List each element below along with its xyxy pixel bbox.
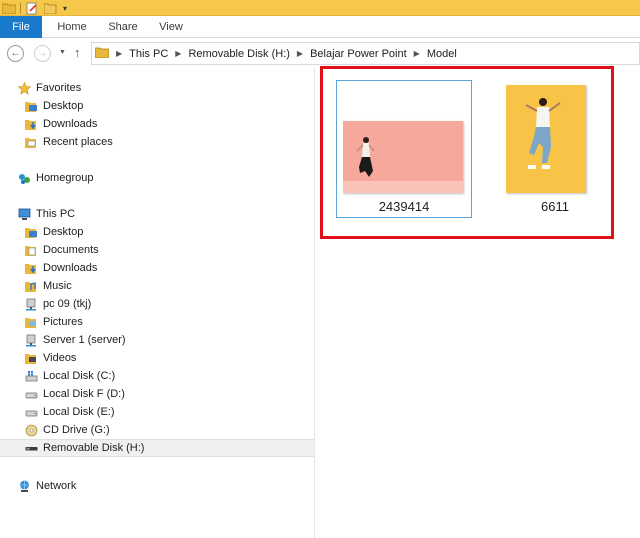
nav-label: Local Disk (E:) — [43, 406, 115, 418]
nav-favorites-downloads[interactable]: Downloads — [0, 115, 314, 133]
removable-disk-icon — [24, 441, 38, 455]
nav-favorites[interactable]: Favorites — [0, 79, 314, 97]
forward-button[interactable]: → — [34, 45, 51, 62]
nav-network[interactable]: Network — [0, 477, 314, 495]
nav-label: Desktop — [43, 100, 84, 112]
nav-label: Pictures — [43, 316, 83, 328]
nav-pc-removable-disk[interactable]: Removable Disk (H:) — [0, 439, 314, 457]
nav-pc-network-drive-pc09[interactable]: pc 09 (tkj) — [0, 295, 314, 313]
breadcrumb-model[interactable]: Model — [427, 48, 457, 60]
nav-label: Videos — [43, 352, 77, 364]
nav-favorites-desktop[interactable]: Desktop — [0, 97, 314, 115]
navigation-pane: Favorites Desktop Downloads Recent place… — [0, 68, 315, 538]
nav-pc-desktop[interactable]: Desktop — [0, 223, 314, 241]
quick-access-separator — [20, 3, 21, 14]
nav-label: This PC — [36, 208, 76, 220]
title-bar: ▾ — [0, 0, 640, 16]
breadcrumb-removable-disk[interactable]: Removable Disk (H:) — [188, 48, 289, 60]
breadcrumb-separator-icon[interactable]: ▶ — [175, 49, 181, 58]
breadcrumb-separator-icon[interactable]: ▶ — [116, 49, 122, 58]
nav-homegroup[interactable]: Homegroup — [0, 169, 314, 187]
navigation-row: ← → ▼ ↑ ▶ This PC ▶ Removable Disk (H:) … — [0, 38, 640, 68]
nav-label: Music — [43, 280, 72, 292]
tab-share[interactable]: Share — [103, 16, 143, 38]
nav-label: Favorites — [36, 82, 82, 94]
documents-folder-icon — [24, 243, 38, 257]
music-folder-icon — [24, 279, 38, 293]
recent-locations-dropdown[interactable]: ▼ — [59, 49, 66, 56]
nav-this-pc[interactable]: This PC — [0, 205, 314, 223]
homegroup-icon — [17, 171, 31, 185]
downloads-folder-icon — [24, 261, 38, 275]
properties-icon[interactable] — [26, 1, 38, 15]
nav-pc-local-disk-d[interactable]: Local Disk F (D:) — [0, 385, 314, 403]
nav-label: Recent places — [43, 136, 113, 148]
breadcrumb-separator-icon[interactable]: ▶ — [414, 49, 420, 58]
red-highlight-box — [320, 66, 614, 239]
tab-home[interactable]: Home — [52, 16, 92, 38]
back-button[interactable]: ← — [7, 45, 24, 62]
up-button[interactable]: ↑ — [74, 45, 81, 60]
nav-label: CD Drive (G:) — [43, 424, 110, 436]
network-icon — [17, 479, 31, 493]
breadcrumb-this-pc[interactable]: This PC — [129, 48, 168, 60]
nav-label: Documents — [43, 244, 99, 256]
nav-label: Downloads — [43, 262, 98, 274]
breadcrumb-belajar-power-point[interactable]: Belajar Power Point — [310, 48, 407, 60]
desktop-folder-icon — [24, 225, 38, 239]
downloads-folder-icon — [24, 117, 38, 131]
hard-drive-icon — [24, 405, 38, 419]
hard-drive-icon — [24, 387, 38, 401]
customize-dropdown-icon[interactable]: ▾ — [63, 1, 67, 15]
network-drive-icon — [24, 333, 38, 347]
nav-pc-documents[interactable]: Documents — [0, 241, 314, 259]
ribbon-tabs: File Home Share View — [0, 16, 640, 38]
nav-pc-pictures[interactable]: Pictures — [0, 313, 314, 331]
nav-pc-local-disk-e[interactable]: Local Disk (E:) — [0, 403, 314, 421]
nav-pc-music[interactable]: Music — [0, 277, 314, 295]
nav-label: pc 09 (tkj) — [43, 298, 92, 310]
tab-file[interactable]: File — [0, 16, 42, 38]
folder-icon[interactable] — [2, 1, 16, 15]
pictures-folder-icon — [24, 315, 38, 329]
forward-arrow-icon: → — [37, 48, 48, 59]
tab-view[interactable]: View — [153, 16, 189, 38]
nav-pc-network-drive-server1[interactable]: Server 1 (server) — [0, 331, 314, 349]
new-folder-icon[interactable] — [44, 1, 57, 15]
nav-pc-videos[interactable]: Videos — [0, 349, 314, 367]
network-drive-icon — [24, 297, 38, 311]
videos-folder-icon — [24, 351, 38, 365]
folder-icon — [94, 46, 110, 61]
nav-label: Network — [36, 480, 77, 492]
desktop-folder-icon — [24, 99, 38, 113]
recent-places-icon — [24, 135, 38, 149]
nav-label: Local Disk F (D:) — [43, 388, 125, 400]
nav-label: Downloads — [43, 118, 98, 130]
nav-label: Server 1 (server) — [43, 334, 126, 346]
star-icon — [17, 81, 31, 95]
nav-label: Desktop — [43, 226, 84, 238]
nav-label: Removable Disk (H:) — [43, 442, 145, 454]
breadcrumb-separator-icon[interactable]: ▶ — [297, 49, 303, 58]
computer-icon — [17, 207, 31, 221]
nav-favorites-recent-places[interactable]: Recent places — [0, 133, 314, 151]
nav-pc-downloads[interactable]: Downloads — [0, 259, 314, 277]
back-arrow-icon: ← — [10, 48, 21, 59]
system-drive-icon — [24, 369, 38, 383]
cd-drive-icon — [24, 423, 38, 437]
nav-pc-cd-drive[interactable]: CD Drive (G:) — [0, 421, 314, 439]
nav-label: Local Disk (C:) — [43, 370, 116, 382]
address-bar[interactable]: ▶ This PC ▶ Removable Disk (H:) ▶ Belaja… — [91, 42, 640, 65]
nav-pc-local-disk-c[interactable]: Local Disk (C:) — [0, 367, 314, 385]
nav-label: Homegroup — [36, 172, 94, 184]
